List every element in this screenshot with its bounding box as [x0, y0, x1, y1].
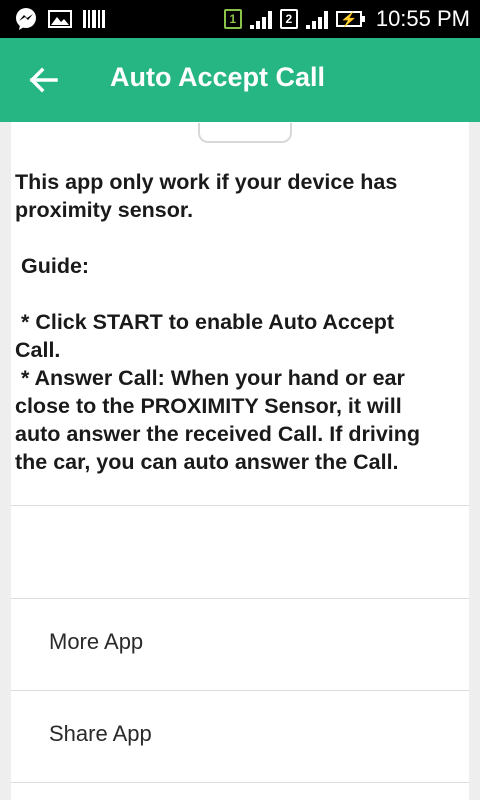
divider	[11, 505, 469, 506]
status-bar: 1 2 ⚡ 10:55 PM	[0, 0, 480, 38]
barcode-icon	[82, 7, 106, 31]
app-bar: Auto Accept Call	[0, 38, 480, 122]
page-title: Auto Accept Call	[110, 62, 326, 92]
arrow-back-icon	[29, 67, 58, 93]
divider	[11, 782, 469, 783]
more-app-button[interactable]: More App	[11, 599, 469, 689]
share-app-button[interactable]: Share App	[11, 691, 469, 781]
sim1-icon: 1	[223, 9, 242, 29]
signal-icon	[249, 9, 272, 29]
share-app-label: Share App	[49, 721, 152, 746]
back-button[interactable]	[22, 58, 66, 102]
app-description: This app only work if your device has pr…	[15, 170, 421, 474]
battery-charging-icon: ⚡	[335, 11, 365, 27]
clock: 10:55 PM	[375, 6, 470, 31]
scroll-handle	[198, 123, 292, 143]
sim2-icon: 2	[279, 9, 298, 29]
gallery-icon	[48, 7, 72, 31]
messenger-icon	[14, 7, 38, 31]
signal-icon	[305, 9, 328, 29]
more-app-label: More App	[49, 629, 144, 654]
